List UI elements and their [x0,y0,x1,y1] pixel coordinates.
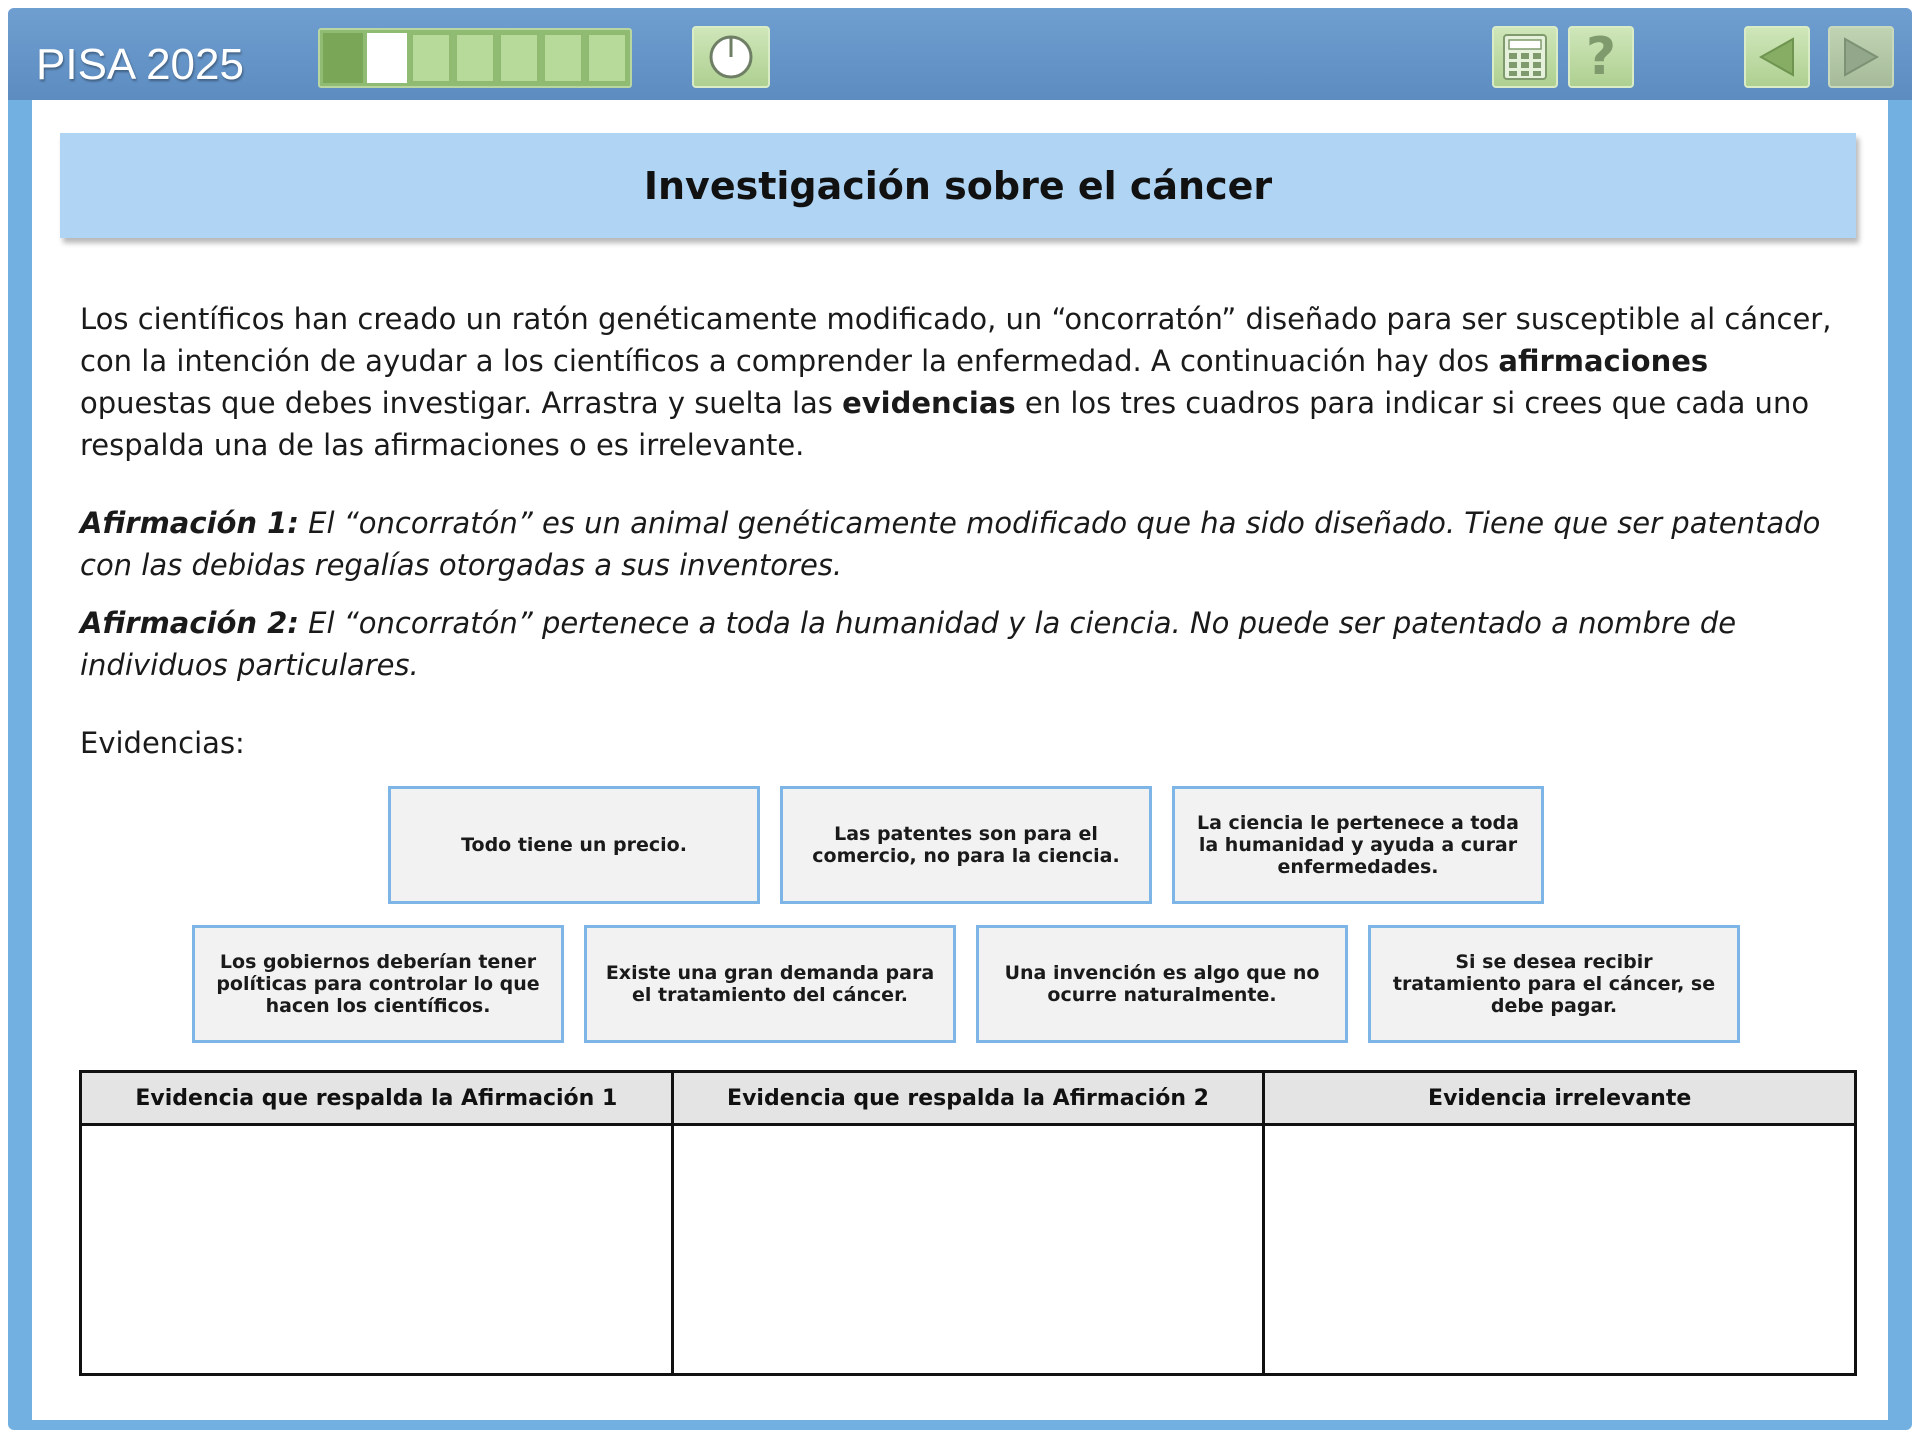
page-title: Investigación sobre el cáncer [643,163,1273,208]
drop-column-irrelevant: Evidencia irrelevante [1262,1073,1855,1373]
progress-segment [411,33,451,83]
claim-2-label: Afirmación 2: [80,606,299,640]
progress-segment [455,33,495,83]
column-header: Evidencia que respalda la Afirmación 1 [82,1073,671,1126]
arrow-left-icon [1758,37,1794,77]
progress-segment [543,33,583,83]
help-button[interactable]: ? [1568,26,1634,88]
claim-1-label: Afirmación 1: [80,506,299,540]
evidence-card[interactable]: Una invención es algo que no ocurre natu… [976,925,1348,1043]
column-header: Evidencia que respalda la Afirmación 2 [673,1073,1263,1126]
evidence-card[interactable]: Todo tiene un precio. [388,786,760,904]
claim-2-text: El “oncorratón” pertenece a toda la huma… [80,606,1737,682]
evidence-card[interactable]: Los gobiernos deberían tener políticas p… [192,925,564,1043]
arrow-right-icon [1844,37,1880,77]
drop-zone-claim-2[interactable] [673,1126,1263,1373]
progress-segment [499,33,539,83]
claim-2: Afirmación 2: El “oncorratón” pertenece … [80,602,1840,686]
timer-icon [709,35,753,79]
evidence-card[interactable]: Si se desea recibir tratamiento para el … [1368,925,1740,1043]
drop-zone-table: Evidencia que respalda la Afirmación 1 E… [79,1070,1857,1376]
brand-title: PISA 2025 [36,40,244,89]
intro-paragraph: Los científicos han creado un ratón gené… [80,298,1840,466]
intro-bold-evidence: evidencias [842,386,1016,420]
progress-segment [323,33,363,83]
progress-indicator [318,28,632,88]
drop-column-claim-1: Evidencia que respalda la Afirmación 1 [82,1073,671,1373]
progress-segment [587,33,627,83]
evidence-card[interactable]: Las patentes son para el comercio, no pa… [780,786,1152,904]
calculator-icon [1503,34,1547,80]
progress-segment-current [367,33,407,83]
next-button[interactable] [1828,26,1894,88]
intro-text: opuestas que debes investigar. Arrastra … [80,386,843,420]
help-icon: ? [1585,27,1617,87]
timer-button[interactable] [692,26,770,88]
column-header: Evidencia irrelevante [1265,1073,1855,1126]
page-title-bar: Investigación sobre el cáncer [60,133,1856,238]
evidence-card[interactable]: Existe una gran demanda para el tratamie… [584,925,956,1043]
drop-zone-irrelevant[interactable] [1265,1126,1855,1373]
back-button[interactable] [1744,26,1810,88]
evidence-heading: Evidencias: [80,726,245,760]
calculator-button[interactable] [1492,26,1558,88]
evidence-card[interactable]: La ciencia le pertenece a toda la humani… [1172,786,1544,904]
claim-1: Afirmación 1: El “oncorratón” es un anim… [80,502,1840,586]
intro-bold-claims: afirmaciones [1498,344,1709,378]
drop-column-claim-2: Evidencia que respalda la Afirmación 2 [670,1073,1263,1373]
claim-1-text: El “oncorratón” es un animal genéticamen… [80,506,1821,582]
drop-zone-claim-1[interactable] [82,1126,671,1373]
